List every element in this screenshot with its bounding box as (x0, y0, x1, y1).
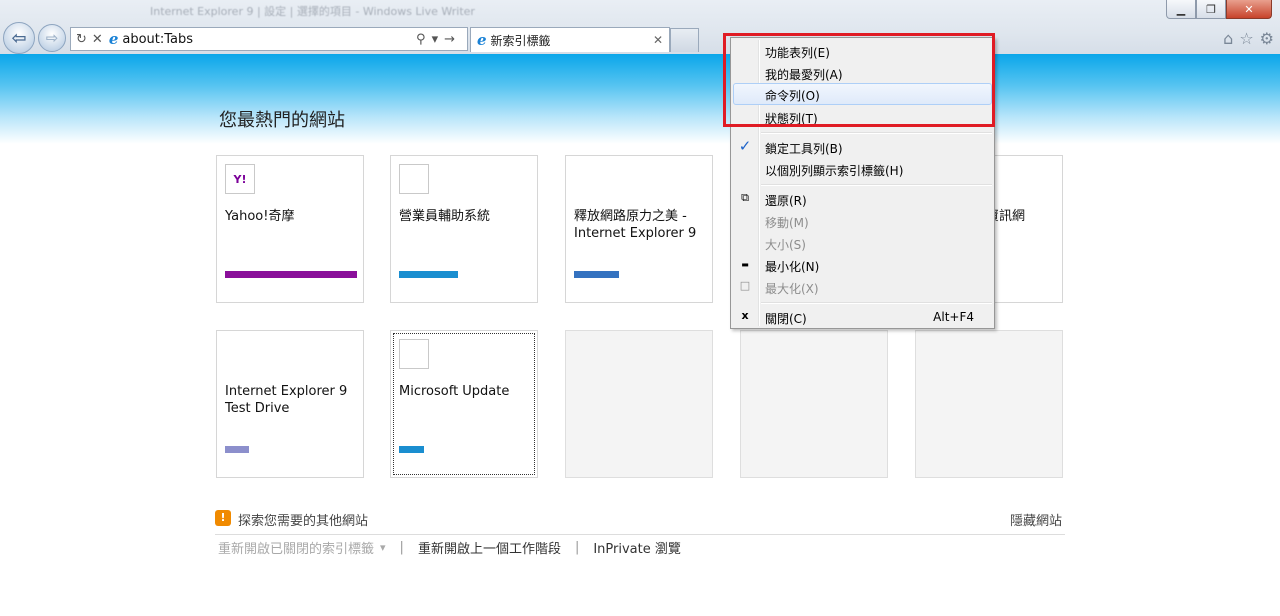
back-arrow-icon: ⇦ (11, 27, 27, 49)
menu-item-maximize[interactable]: □ 最大化(X) (733, 276, 992, 298)
home-icon[interactable]: ⌂ (1223, 29, 1233, 48)
chevron-down-icon[interactable]: ▾ (380, 541, 386, 554)
tile-label: 營業員輔助系統 (399, 209, 491, 224)
forward-button[interactable]: ⇨ (38, 24, 66, 52)
explore-sites-link[interactable]: 探索您需要的其他網站 (238, 510, 368, 529)
tile-label: 資訊網 (986, 209, 1026, 224)
lightbulb-icon: ! (215, 510, 231, 526)
inprivate-browsing-link[interactable]: InPrivate 瀏覽 (593, 538, 681, 557)
favorites-star-icon[interactable]: ☆ (1239, 29, 1253, 48)
menu-item-restore[interactable]: ⧉ 還原(R) (733, 188, 992, 210)
link-separator: | (574, 540, 580, 555)
divider (215, 534, 1065, 535)
site-tile-ie9-beauty[interactable]: M 釋放網路原力之美 - Internet Explorer 9 (565, 155, 713, 303)
site-tile-ie9-test-drive[interactable]: Internet Explorer 9 Test Drive (216, 330, 364, 478)
speedometer-icon (225, 339, 255, 369)
restore-window-button[interactable]: ❐ (1196, 0, 1226, 19)
minimize-icon: ▬ (741, 260, 749, 269)
search-go-icons[interactable]: ⚲▾→ (416, 32, 461, 47)
reopen-last-session-link[interactable]: 重新開啟上一個工作階段 (418, 538, 561, 557)
highlight-annotation-box (723, 33, 995, 127)
menu-item-tabs-separate-row[interactable]: 以個別列顯示索引標籤(H) (733, 158, 992, 180)
yahoo-icon: Y! (225, 164, 255, 194)
menu-item-label: 最大化(X) (765, 282, 819, 296)
site-tile-empty[interactable] (740, 330, 888, 478)
site-tile-microsoft-update[interactable]: Microsoft Update (390, 330, 538, 478)
browser-chrome: Internet Explorer 9 | 設定 | 選擇的項目 - Windo… (0, 0, 1280, 55)
blank-favicon-icon (399, 339, 429, 369)
blank-favicon-icon (399, 164, 429, 194)
menu-item-label: 移動(M) (765, 216, 809, 230)
tab-title: 新索引標籤 (490, 33, 551, 48)
hide-sites-link[interactable]: 隱藏網站 (1010, 510, 1062, 529)
explore-row: ! 探索您需要的其他網站 隱藏網站 (215, 509, 1065, 529)
site-tile-sales-system[interactable]: 營業員輔助系統 (390, 155, 538, 303)
tile-activity-bar (399, 446, 424, 453)
stop-icon[interactable]: ✕ (92, 32, 103, 47)
menu-item-close[interactable]: x 關閉(C) Alt+F4 (733, 306, 992, 328)
minimize-window-button[interactable]: ▁ (1166, 0, 1196, 19)
restore-icon: ⧉ (741, 191, 749, 204)
menu-item-size[interactable]: 大小(S) (733, 232, 992, 254)
minimize-icon: ▁ (1176, 2, 1186, 16)
m-logo-icon: M (574, 164, 604, 194)
ie-tab-icon: e (477, 31, 487, 49)
forward-arrow-icon: ⇨ (45, 29, 59, 47)
menu-item-label: 還原(R) (765, 194, 807, 208)
menu-item-shortcut: Alt+F4 (933, 310, 974, 324)
menu-item-label: 最小化(N) (765, 260, 820, 274)
refresh-icon[interactable]: ↻ (76, 32, 87, 47)
tile-activity-bar (225, 271, 357, 278)
menu-item-move[interactable]: 移動(M) (733, 210, 992, 232)
menu-item-minimize[interactable]: ▬ 最小化(N) (733, 254, 992, 276)
reopen-closed-tabs-link[interactable]: 重新開啟已關閉的索引標籤 (218, 538, 374, 557)
back-button[interactable]: ⇦ (3, 22, 35, 54)
menu-separator (761, 132, 992, 134)
page-title: 您最熱門的網站 (219, 110, 345, 131)
tile-label: 釋放網路原力之美 - Internet Explorer 9 (574, 209, 697, 241)
tile-activity-bar (225, 446, 249, 453)
address-input[interactable]: about:Tabs (122, 32, 416, 47)
address-bar[interactable]: ↻ ✕ e about:Tabs ⚲▾→ (70, 27, 468, 51)
menu-item-label: 鎖定工具列(B) (765, 142, 843, 156)
tile-activity-bar (399, 271, 458, 278)
maximize-icon: □ (739, 279, 751, 292)
tools-gear-icon[interactable]: ⚙ (1260, 29, 1274, 48)
menu-item-label: 以個別列顯示索引標籤(H) (765, 164, 904, 178)
restore-icon: ❐ (1206, 2, 1216, 16)
menu-item-label: 大小(S) (765, 238, 806, 252)
site-tile-empty[interactable] (915, 330, 1063, 478)
checkmark-icon: ✓ (738, 137, 752, 155)
reopen-links: 重新開啟已關閉的索引標籤 ▾ | 重新開啟上一個工作階段 | InPrivate… (218, 538, 681, 557)
menu-separator (761, 302, 992, 304)
close-icon: x (741, 309, 749, 322)
close-icon: ✕ (1244, 2, 1254, 16)
header-gradient (0, 54, 1280, 144)
tile-label: Internet Explorer 9 Test Drive (225, 384, 348, 416)
menu-item-lock-toolbars[interactable]: ✓ 鎖定工具列(B) (733, 136, 992, 158)
menu-separator (761, 184, 992, 186)
command-icons: ⌂ ☆ ⚙ (1223, 29, 1274, 48)
tile-activity-bar (574, 271, 619, 278)
window-title: Internet Explorer 9 | 設定 | 選擇的項目 - Windo… (150, 5, 475, 18)
tab-close-icon[interactable]: ✕ (653, 33, 663, 47)
window-controls: ▁ ❐ ✕ (1166, 0, 1272, 19)
new-tab-button[interactable] (670, 28, 699, 52)
tile-label: Microsoft Update (399, 384, 510, 399)
tile-label: Yahoo!奇摩 (225, 209, 295, 224)
site-tile-yahoo[interactable]: Y! Yahoo!奇摩 (216, 155, 364, 303)
ie-page-icon: e (108, 30, 119, 48)
close-window-button[interactable]: ✕ (1226, 0, 1272, 19)
site-tile-empty[interactable] (565, 330, 713, 478)
link-separator: | (399, 540, 404, 555)
tab-new-tab[interactable]: e 新索引標籤 ✕ (470, 27, 670, 52)
menu-item-label: 關閉(C) (765, 312, 807, 326)
